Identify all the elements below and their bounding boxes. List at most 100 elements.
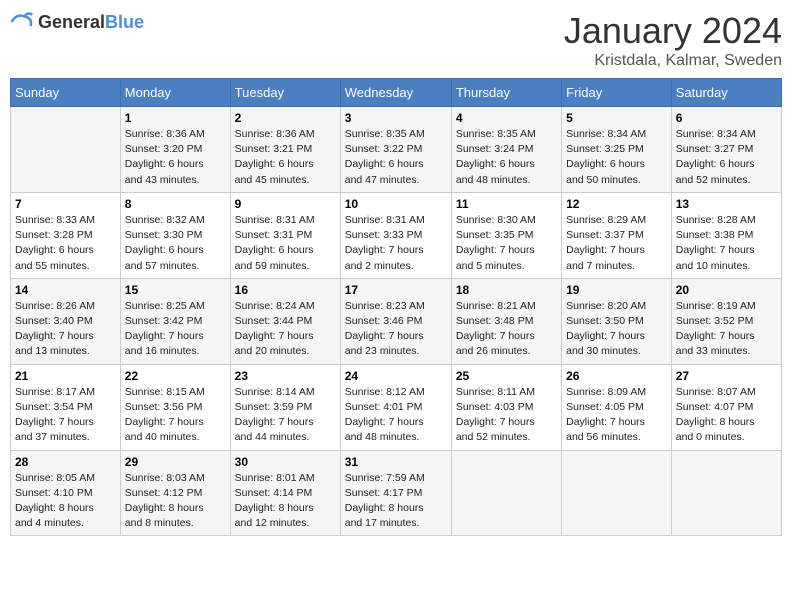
calendar-cell: 5 Sunrise: 8:34 AM Sunset: 3:25 PM Daylig… (562, 107, 672, 193)
logo-icon (10, 10, 34, 34)
weekday-header-row: SundayMondayTuesdayWednesdayThursdayFrid… (11, 79, 782, 107)
day-number: 2 (235, 111, 336, 125)
day-number: 1 (125, 111, 226, 125)
logo: GeneralBlue (10, 10, 144, 34)
calendar-cell (11, 107, 121, 193)
month-title: January 2024 (564, 10, 782, 52)
weekday-header-sunday: Sunday (11, 79, 121, 107)
day-number: 12 (566, 197, 667, 211)
weekday-header-friday: Friday (562, 79, 672, 107)
day-info: Sunrise: 8:33 AM Sunset: 3:28 PM Dayligh… (15, 213, 116, 274)
calendar-cell: 18 Sunrise: 8:21 AM Sunset: 3:48 PM Dayli… (451, 278, 561, 364)
logo-blue: Blue (105, 12, 144, 32)
calendar-cell: 30Sunrise: 8:01 AM Sunset: 4:14 PM Dayli… (230, 450, 340, 536)
day-number: 6 (676, 111, 777, 125)
day-number: 29 (125, 455, 226, 469)
calendar-cell (451, 450, 561, 536)
calendar-cell: 26 Sunrise: 8:09 AM Sunset: 4:05 PM Dayli… (562, 364, 672, 450)
calendar-cell: 24 Sunrise: 8:12 AM Sunset: 4:01 PM Dayli… (340, 364, 451, 450)
calendar-cell: 6Sunrise: 8:34 AM Sunset: 3:27 PM Daylig… (671, 107, 781, 193)
calendar-week-row: 28 Sunrise: 8:05 AM Sunset: 4:10 PM Dayli… (11, 450, 782, 536)
day-info: Sunrise: 8:36 AM Sunset: 3:21 PM Dayligh… (235, 127, 336, 188)
day-info: Sunrise: 8:30 AM Sunset: 3:35 PM Dayligh… (456, 213, 557, 274)
weekday-header-saturday: Saturday (671, 79, 781, 107)
day-number: 3 (345, 111, 447, 125)
day-info: Sunrise: 8:28 AM Sunset: 3:38 PM Dayligh… (676, 213, 777, 274)
day-info: Sunrise: 8:05 AM Sunset: 4:10 PM Dayligh… (15, 471, 116, 532)
calendar-cell: 22 Sunrise: 8:15 AM Sunset: 3:56 PM Dayli… (120, 364, 230, 450)
day-number: 31 (345, 455, 447, 469)
day-info: Sunrise: 8:21 AM Sunset: 3:48 PM Dayligh… (456, 299, 557, 360)
logo-text: GeneralBlue (38, 12, 144, 33)
day-info: Sunrise: 8:31 AM Sunset: 3:33 PM Dayligh… (345, 213, 447, 274)
day-info: Sunrise: 8:15 AM Sunset: 3:56 PM Dayligh… (125, 385, 226, 446)
calendar-cell: 8 Sunrise: 8:32 AM Sunset: 3:30 PM Daylig… (120, 192, 230, 278)
day-number: 4 (456, 111, 557, 125)
day-number: 24 (345, 369, 447, 383)
calendar-cell: 21 Sunrise: 8:17 AM Sunset: 3:54 PM Dayli… (11, 364, 121, 450)
day-number: 19 (566, 283, 667, 297)
day-info: Sunrise: 8:19 AM Sunset: 3:52 PM Dayligh… (676, 299, 777, 360)
day-number: 28 (15, 455, 116, 469)
calendar-cell: 7 Sunrise: 8:33 AM Sunset: 3:28 PM Daylig… (11, 192, 121, 278)
day-number: 15 (125, 283, 226, 297)
day-info: Sunrise: 8:35 AM Sunset: 3:24 PM Dayligh… (456, 127, 557, 188)
day-info: Sunrise: 8:31 AM Sunset: 3:31 PM Dayligh… (235, 213, 336, 274)
day-number: 18 (456, 283, 557, 297)
calendar-cell: 23Sunrise: 8:14 AM Sunset: 3:59 PM Dayli… (230, 364, 340, 450)
day-info: Sunrise: 8:01 AM Sunset: 4:14 PM Dayligh… (235, 471, 336, 532)
day-info: Sunrise: 8:34 AM Sunset: 3:25 PM Dayligh… (566, 127, 667, 188)
calendar-week-row: 14 Sunrise: 8:26 AM Sunset: 3:40 PM Dayli… (11, 278, 782, 364)
day-number: 25 (456, 369, 557, 383)
day-info: Sunrise: 8:32 AM Sunset: 3:30 PM Dayligh… (125, 213, 226, 274)
day-info: Sunrise: 7:59 AM Sunset: 4:17 PM Dayligh… (345, 471, 447, 532)
day-number: 7 (15, 197, 116, 211)
day-info: Sunrise: 8:26 AM Sunset: 3:40 PM Dayligh… (15, 299, 116, 360)
location-title: Kristdala, Kalmar, Sweden (564, 52, 782, 70)
day-number: 9 (235, 197, 336, 211)
day-number: 21 (15, 369, 116, 383)
day-info: Sunrise: 8:23 AM Sunset: 3:46 PM Dayligh… (345, 299, 447, 360)
day-info: Sunrise: 8:24 AM Sunset: 3:44 PM Dayligh… (235, 299, 336, 360)
calendar-cell: 17Sunrise: 8:23 AM Sunset: 3:46 PM Dayli… (340, 278, 451, 364)
calendar-cell: 31 Sunrise: 7:59 AM Sunset: 4:17 PM Dayli… (340, 450, 451, 536)
calendar-cell: 11 Sunrise: 8:30 AM Sunset: 3:35 PM Dayli… (451, 192, 561, 278)
calendar-cell: 25 Sunrise: 8:11 AM Sunset: 4:03 PM Dayli… (451, 364, 561, 450)
title-area: January 2024 Kristdala, Kalmar, Sweden (564, 10, 782, 70)
day-number: 10 (345, 197, 447, 211)
calendar-week-row: 7 Sunrise: 8:33 AM Sunset: 3:28 PM Daylig… (11, 192, 782, 278)
day-number: 14 (15, 283, 116, 297)
calendar-cell: 16Sunrise: 8:24 AM Sunset: 3:44 PM Dayli… (230, 278, 340, 364)
day-info: Sunrise: 8:35 AM Sunset: 3:22 PM Dayligh… (345, 127, 447, 188)
day-info: Sunrise: 8:11 AM Sunset: 4:03 PM Dayligh… (456, 385, 557, 446)
weekday-header-thursday: Thursday (451, 79, 561, 107)
calendar-cell: 14 Sunrise: 8:26 AM Sunset: 3:40 PM Dayli… (11, 278, 121, 364)
day-info: Sunrise: 8:12 AM Sunset: 4:01 PM Dayligh… (345, 385, 447, 446)
day-info: Sunrise: 8:17 AM Sunset: 3:54 PM Dayligh… (15, 385, 116, 446)
weekday-header-wednesday: Wednesday (340, 79, 451, 107)
day-number: 22 (125, 369, 226, 383)
day-number: 8 (125, 197, 226, 211)
day-number: 5 (566, 111, 667, 125)
day-number: 13 (676, 197, 777, 211)
weekday-header-tuesday: Tuesday (230, 79, 340, 107)
day-number: 27 (676, 369, 777, 383)
day-info: Sunrise: 8:36 AM Sunset: 3:20 PM Dayligh… (125, 127, 226, 188)
calendar-cell: 29 Sunrise: 8:03 AM Sunset: 4:12 PM Dayli… (120, 450, 230, 536)
calendar-cell: 2 Sunrise: 8:36 AM Sunset: 3:21 PM Daylig… (230, 107, 340, 193)
calendar-week-row: 21 Sunrise: 8:17 AM Sunset: 3:54 PM Dayli… (11, 364, 782, 450)
day-info: Sunrise: 8:03 AM Sunset: 4:12 PM Dayligh… (125, 471, 226, 532)
calendar-cell: 19Sunrise: 8:20 AM Sunset: 3:50 PM Dayli… (562, 278, 672, 364)
page-header: GeneralBlue January 2024 Kristdala, Kalm… (10, 10, 782, 70)
calendar-cell: 4 Sunrise: 8:35 AM Sunset: 3:24 PM Daylig… (451, 107, 561, 193)
calendar-cell: 9 Sunrise: 8:31 AM Sunset: 3:31 PM Daylig… (230, 192, 340, 278)
calendar-week-row: 1 Sunrise: 8:36 AM Sunset: 3:20 PM Daylig… (11, 107, 782, 193)
day-info: Sunrise: 8:09 AM Sunset: 4:05 PM Dayligh… (566, 385, 667, 446)
weekday-header-monday: Monday (120, 79, 230, 107)
day-info: Sunrise: 8:25 AM Sunset: 3:42 PM Dayligh… (125, 299, 226, 360)
calendar-table: SundayMondayTuesdayWednesdayThursdayFrid… (10, 78, 782, 536)
day-info: Sunrise: 8:07 AM Sunset: 4:07 PM Dayligh… (676, 385, 777, 446)
day-number: 26 (566, 369, 667, 383)
day-number: 11 (456, 197, 557, 211)
calendar-cell: 20Sunrise: 8:19 AM Sunset: 3:52 PM Dayli… (671, 278, 781, 364)
